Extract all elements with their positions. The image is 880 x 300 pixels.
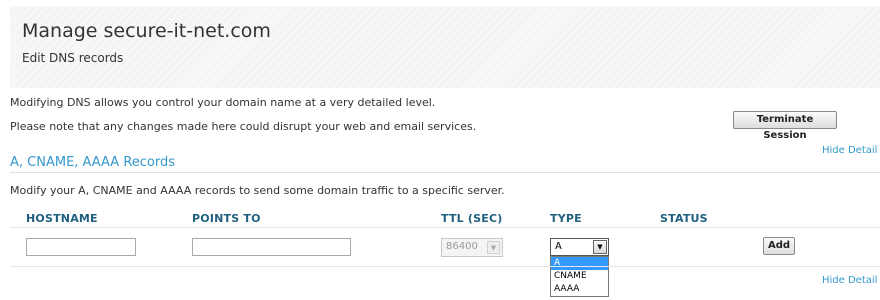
column-header-status: STATUS [660,212,708,225]
ttl-value: 86400 [446,241,478,252]
type-dropdown-list[interactable]: A CNAME AAAA [550,256,609,297]
type-select[interactable]: A ▼ [550,238,609,256]
page-title: Manage secure-it-net.com [22,20,271,42]
chevron-down-icon: ▼ [487,241,500,254]
ttl-select[interactable]: 86400 ▼ [441,238,503,257]
section-divider [10,172,880,173]
column-header-hostname: HOSTNAME [26,212,98,225]
hide-detail-link-top[interactable]: Hide Detail [822,145,877,156]
hide-detail-link-bottom[interactable]: Hide Detail [822,275,877,286]
section-title: A, CNAME, AAAA Records [10,155,176,170]
type-option-cname[interactable]: CNAME [551,270,608,283]
row-divider [10,266,880,267]
type-option-aaaa[interactable]: AAAA [551,283,608,296]
page-header: Manage secure-it-net.com Edit DNS record… [10,6,880,88]
points-to-input[interactable] [192,238,351,256]
terminate-session-button[interactable]: Terminate Session [733,111,837,141]
hostname-input[interactable] [26,238,136,256]
type-value: A [555,241,562,252]
chevron-down-icon[interactable]: ▼ [593,240,607,254]
column-header-points-to: POINTS TO [192,212,261,225]
column-header-ttl: TTL (SEC) [441,212,503,225]
add-record-button[interactable]: Add [763,237,795,255]
intro-text-1: Modifying DNS allows you control your do… [10,96,436,109]
header-divider [10,227,880,228]
column-header-type: TYPE [550,212,582,225]
intro-text-2: Please note that any changes made here c… [10,120,477,133]
page-subtitle: Edit DNS records [22,51,124,65]
section-description: Modify your A, CNAME and AAAA records to… [10,184,505,197]
type-option-a[interactable]: A [551,257,608,270]
